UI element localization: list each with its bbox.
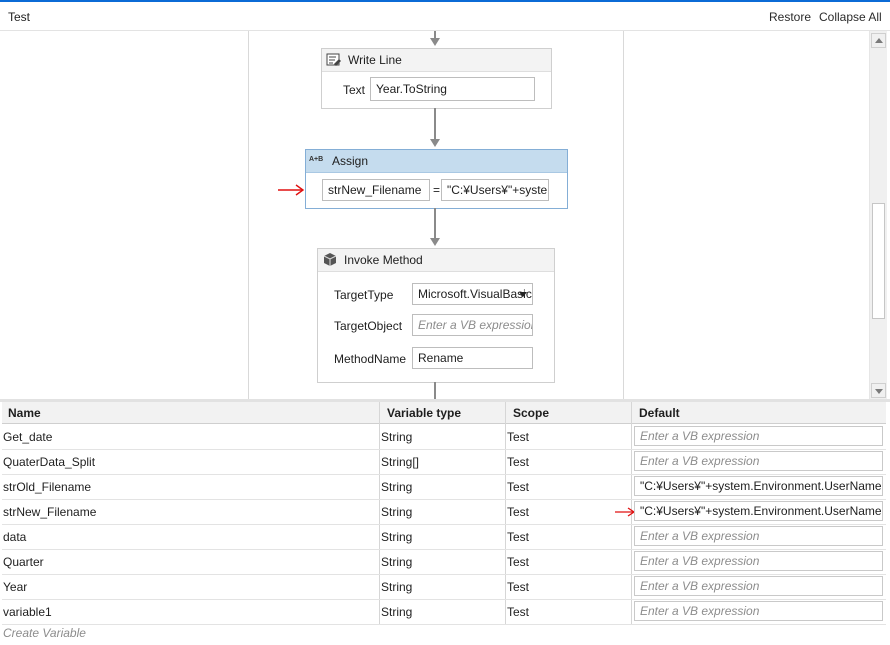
table-row[interactable]: variable1 String Test Enter a VB express…	[2, 599, 886, 625]
default-input[interactable]: Enter a VB expression	[634, 576, 883, 596]
table-row[interactable]: strOld_Filename String Test "C:¥Users¥"+…	[2, 474, 886, 500]
scroll-thumb[interactable]	[872, 203, 885, 319]
connector-line	[434, 208, 436, 239]
variable-name[interactable]: Quarter	[3, 555, 44, 569]
assign-value-input[interactable]: "C:¥Users¥"+system.Environment.UserName+	[441, 179, 549, 201]
variable-name[interactable]: data	[3, 530, 26, 544]
table-row[interactable]: strNew_Filename String Test "C:¥Users¥"+…	[2, 499, 886, 525]
assign-header[interactable]: A+B Assign	[306, 150, 567, 173]
header-variable-type[interactable]: Variable type	[387, 406, 461, 420]
scroll-up-button[interactable]	[871, 33, 886, 48]
connector-arrow	[430, 139, 440, 147]
default-input[interactable]: "C:¥Users¥"+system.Environment.UserName+…	[634, 501, 883, 521]
connector-arrow	[430, 238, 440, 246]
variable-type[interactable]: String	[381, 430, 412, 444]
target-type-label: TargetType	[334, 288, 394, 302]
default-input[interactable]: Enter a VB expression	[634, 526, 883, 546]
variable-type[interactable]: String	[381, 580, 412, 594]
connector-line	[434, 382, 436, 399]
create-variable-button[interactable]: Create Variable	[3, 626, 86, 640]
text-label: Text	[343, 83, 366, 97]
scroll-up-icon	[875, 38, 883, 43]
designer-canvas[interactable]: Write Line Text Year.ToString A+B Assign…	[0, 31, 869, 399]
target-object-label: TargetObject	[334, 319, 403, 333]
invoke-method-header[interactable]: Invoke Method	[318, 249, 554, 272]
table-row[interactable]: Get_date String Test Enter a VB expressi…	[2, 424, 886, 450]
sequence-right-border	[623, 31, 624, 399]
variable-scope[interactable]: Test	[507, 455, 529, 469]
target-type-dropdown[interactable]: Microsoft.VisualBasic.FileSystem	[412, 283, 533, 305]
assign-icon: A+B	[309, 156, 324, 163]
designer-header: Test Restore Collapse All	[0, 2, 890, 31]
scroll-down-icon	[875, 389, 883, 394]
variable-scope[interactable]: Test	[507, 530, 529, 544]
canvas-vertical-scrollbar[interactable]	[869, 31, 887, 399]
variable-name[interactable]: Year	[3, 580, 27, 594]
variable-scope[interactable]: Test	[507, 480, 529, 494]
table-row[interactable]: Quarter String Test Enter a VB expressio…	[2, 549, 886, 575]
default-input[interactable]: Enter a VB expression	[634, 426, 883, 446]
variable-name[interactable]: QuaterData_Split	[3, 455, 95, 469]
annotation-arrow-icon	[615, 507, 636, 517]
table-row[interactable]: QuaterData_Split String[] Test Enter a V…	[2, 449, 886, 475]
write-line-header[interactable]: Write Line	[322, 49, 551, 72]
variable-type[interactable]: String	[381, 505, 412, 519]
variable-scope[interactable]: Test	[507, 430, 529, 444]
assign-to-input[interactable]: strNew_Filename	[322, 179, 430, 201]
connector-line	[434, 108, 436, 140]
variable-scope[interactable]: Test	[507, 555, 529, 569]
variable-type[interactable]: String	[381, 555, 412, 569]
text-input[interactable]: Year.ToString	[370, 77, 535, 101]
table-row[interactable]: Year String Test Enter a VB expression	[2, 574, 886, 600]
sequence-left-border	[248, 31, 249, 399]
default-input[interactable]: Enter a VB expression	[634, 551, 883, 571]
method-name-label: MethodName	[334, 352, 407, 366]
connector-arrow	[430, 38, 440, 46]
restore-button[interactable]: Restore	[769, 10, 811, 24]
write-line-title: Write Line	[348, 53, 402, 67]
variables-header-row: Name Variable type Scope Default	[2, 402, 886, 424]
variable-name[interactable]: strOld_Filename	[3, 480, 91, 494]
variables-panel: Name Variable type Scope Default Get_dat…	[2, 402, 886, 645]
scroll-down-button[interactable]	[871, 383, 886, 398]
write-line-icon	[326, 53, 341, 66]
variable-type[interactable]: String	[381, 480, 412, 494]
target-type-value: Microsoft.VisualBasic.FileSystem	[418, 287, 532, 301]
variable-name[interactable]: strNew_Filename	[3, 505, 96, 519]
workflow-title: Test	[8, 10, 31, 24]
variable-name[interactable]: variable1	[3, 605, 52, 619]
header-name[interactable]: Name	[8, 406, 41, 420]
header-default[interactable]: Default	[639, 406, 680, 420]
variable-name[interactable]: Get_date	[3, 430, 52, 444]
default-input[interactable]: "C:¥Users¥"+system.Environment.UserName+…	[634, 476, 883, 496]
assign-equals: =	[433, 183, 441, 197]
write-line-activity[interactable]: Write Line Text Year.ToString	[321, 48, 552, 109]
invoke-method-activity[interactable]: Invoke Method TargetType Microsoft.Visua…	[317, 248, 555, 383]
target-object-input[interactable]: Enter a VB expression	[412, 314, 533, 336]
chevron-down-icon	[519, 292, 527, 297]
annotation-arrow-icon	[278, 184, 305, 196]
assign-title: Assign	[332, 154, 369, 168]
variable-type[interactable]: String[]	[381, 455, 419, 469]
cube-icon	[323, 253, 337, 266]
variable-type[interactable]: String	[381, 530, 412, 544]
table-row[interactable]: data String Test Enter a VB expression	[2, 524, 886, 550]
variable-scope[interactable]: Test	[507, 605, 529, 619]
assign-activity[interactable]: A+B Assign strNew_Filename = "C:¥Users¥"…	[305, 149, 568, 209]
header-scope[interactable]: Scope	[513, 406, 549, 420]
default-input[interactable]: Enter a VB expression	[634, 601, 883, 621]
default-input[interactable]: Enter a VB expression	[634, 451, 883, 471]
collapse-all-button[interactable]: Collapse All	[819, 10, 882, 24]
variable-scope[interactable]: Test	[507, 505, 529, 519]
variable-scope[interactable]: Test	[507, 580, 529, 594]
invoke-method-title: Invoke Method	[344, 253, 423, 267]
variable-type[interactable]: String	[381, 605, 412, 619]
method-name-input[interactable]: Rename	[412, 347, 533, 369]
